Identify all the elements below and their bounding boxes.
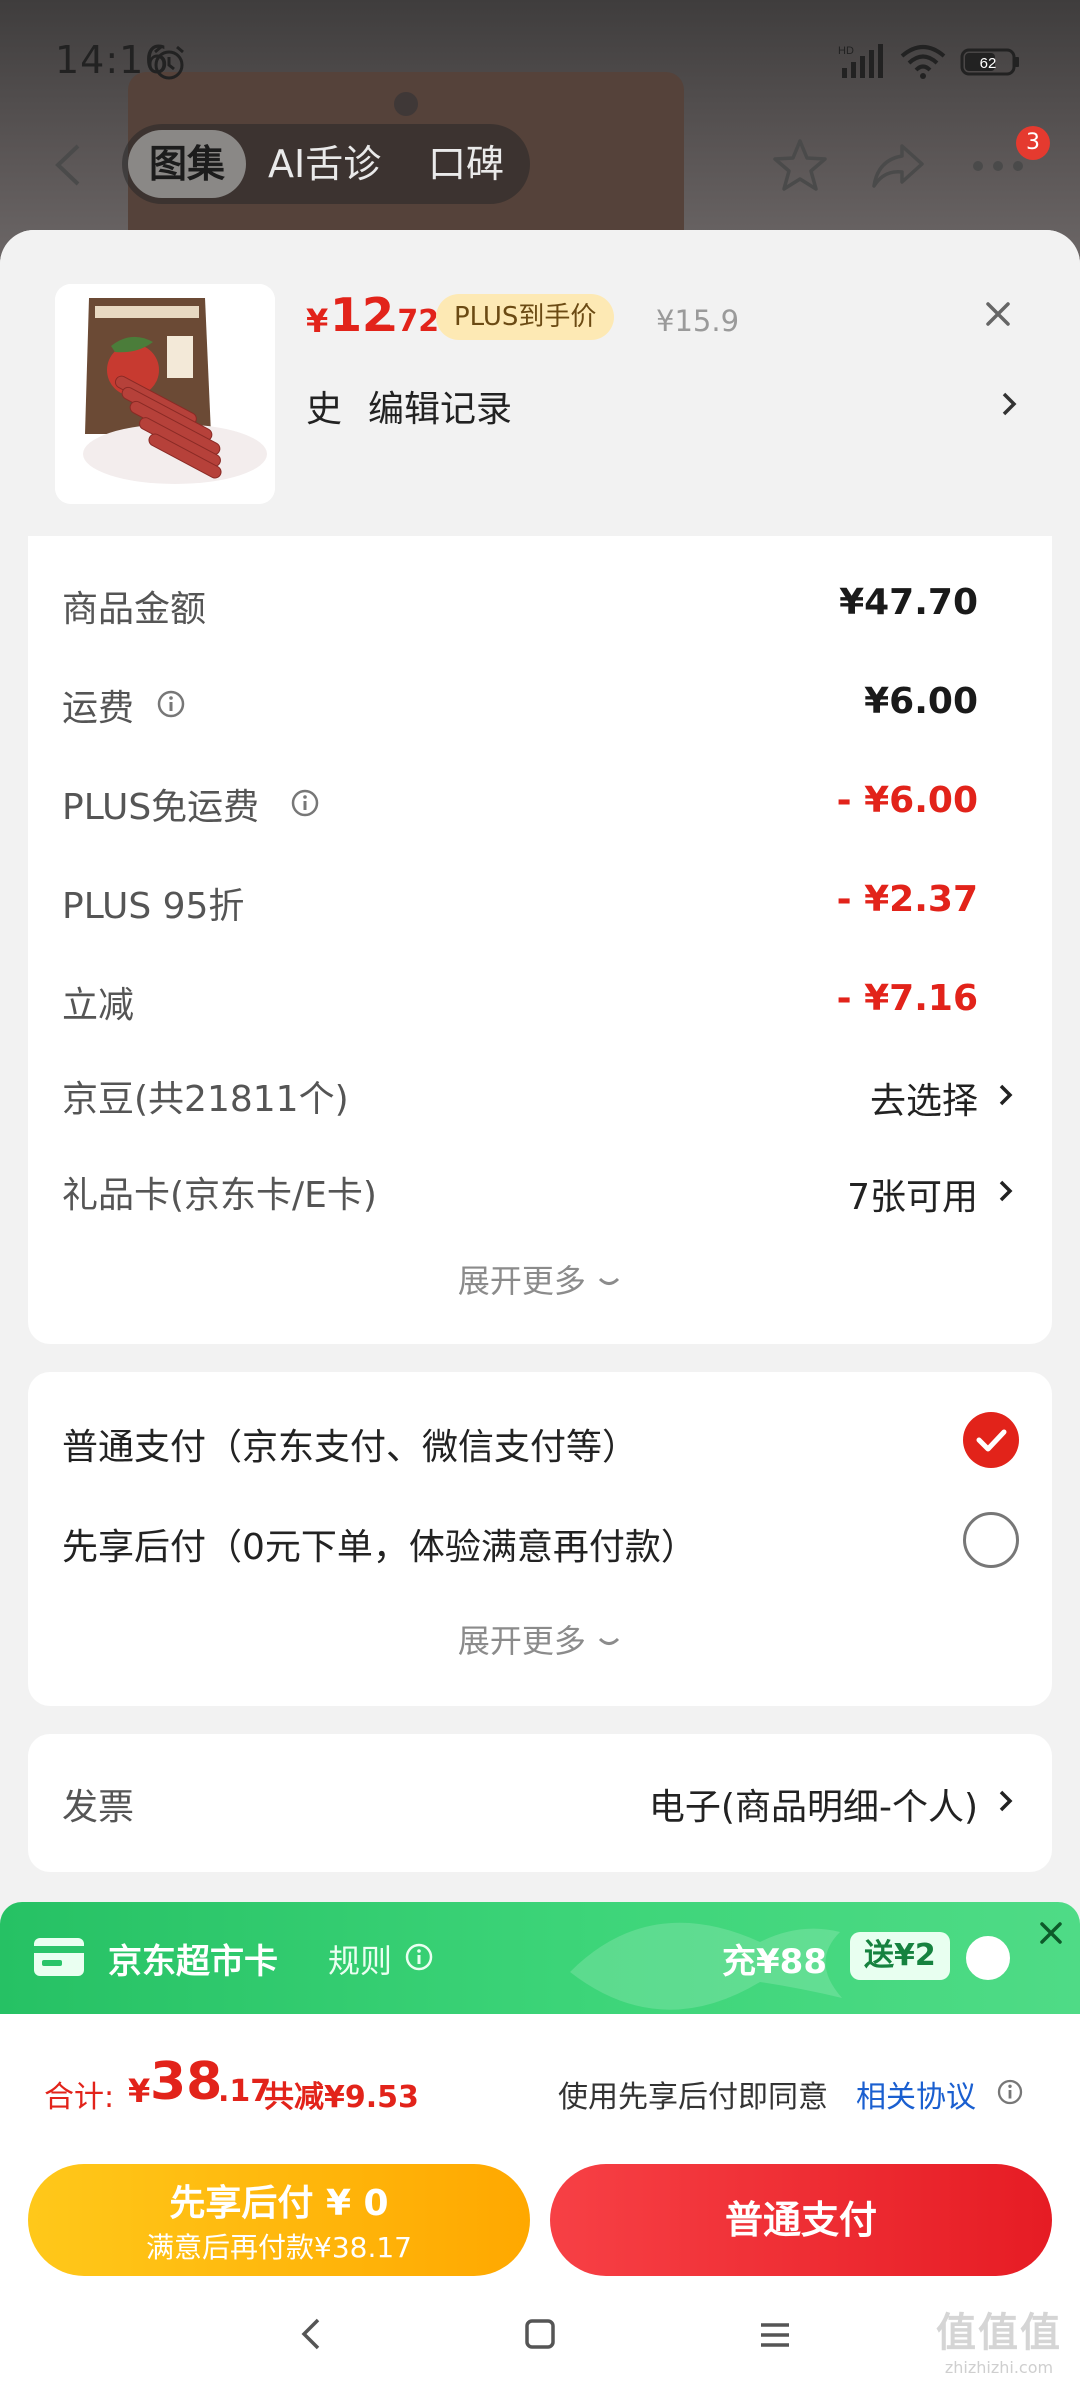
row-jd-beans[interactable]: 京豆(共21811个) 去选择 (28, 1062, 1052, 1122)
info-icon[interactable] (996, 2078, 1024, 2106)
watermark: 值值值 zhizhizhi.com (924, 2300, 1074, 2377)
supermarket-card-radio[interactable] (966, 1936, 1010, 1980)
payment-method-card: 普通支付（京东支付、微信支付等） 先享后付（0元下单，体验满意再付款） 展开更多 (28, 1372, 1052, 1706)
row-plus-free-shipping: PLUS免运费 - ¥6.00 (28, 770, 1052, 830)
share-icon[interactable] (868, 138, 928, 194)
product-image (55, 284, 275, 504)
supermarket-card-banner: 京东超市卡 规则 充¥88 送¥2 (0, 1902, 1080, 2014)
signal-icon: HD (838, 44, 883, 78)
pay-later-button-sublabel: 满意后再付款¥38.17 (146, 2231, 412, 2264)
row-label: PLUS免运费 (62, 787, 260, 828)
row-label: PLUS 95折 (62, 886, 245, 927)
notification-badge: 3 (1016, 126, 1050, 160)
row-label: 京豆(共21811个) (62, 1079, 349, 1120)
back-icon[interactable] (48, 140, 88, 190)
close-icon[interactable] (1034, 1916, 1068, 1950)
chevron-right-icon[interactable] (996, 1080, 1016, 1110)
pay-later-button-label: 先享后付 ¥ 0 (169, 2183, 389, 2224)
product-thumbnail (55, 284, 275, 504)
payment-option-later-label[interactable]: 先享后付（0元下单，体验满意再付款） (62, 1518, 697, 1570)
row-label: 商品金额 (62, 589, 207, 630)
more-icon[interactable] (970, 156, 1026, 176)
row-shipping: 运费 ¥6.00 (28, 671, 1052, 731)
pay-later-button[interactable]: 先享后付 ¥ 0 满意后再付款¥38.17 (28, 2164, 530, 2276)
info-icon[interactable] (404, 1942, 434, 1972)
agreement-text: 使用先享后付即同意 (558, 2080, 828, 2115)
top-nav: 图集 AI舌诊 口碑 3 (0, 120, 1080, 210)
agreement-link[interactable]: 相关协议 (856, 2072, 976, 2116)
row-value: - ¥7.16 (836, 978, 978, 1019)
watermark-logo: 值值值 (936, 2310, 1062, 2356)
row-value: ¥6.00 (864, 681, 978, 722)
battery-icon: 62 (960, 48, 1019, 76)
row-value: ¥47.70 (839, 582, 978, 623)
row-plus-discount: PLUS 95折 - ¥2.37 (28, 869, 1052, 929)
normal-pay-button[interactable]: 普通支付 (550, 2164, 1052, 2276)
sheet-header: ¥ 12 .72 PLUS到手价 ¥15.9 史 编辑记录 (0, 230, 1080, 536)
star-icon[interactable] (770, 136, 830, 196)
chevron-right-icon[interactable] (996, 1176, 1016, 1206)
status-bar: 14:16 HD 62 (0, 0, 1080, 120)
row-gift-card[interactable]: 礼品卡(京东卡/E卡) 7张可用 (28, 1158, 1052, 1218)
bonus-badge: 送¥2 (850, 1932, 950, 1980)
invoice-value[interactable]: 电子(商品明细-个人) (649, 1778, 978, 1830)
original-price: ¥15.9 (656, 304, 740, 338)
info-icon[interactable] (156, 689, 186, 719)
invoice-label: 发票 (62, 1787, 135, 1828)
price-decimal: .72 (386, 304, 440, 339)
row-label: 立减 (62, 985, 135, 1026)
edit-history-link[interactable]: 编辑记录 (368, 380, 512, 432)
rules-link[interactable]: 规则 (328, 1936, 392, 1982)
row-value: - ¥6.00 (836, 780, 978, 821)
tab-ai-tongue-diagnosis[interactable]: AI舌诊 (268, 130, 381, 198)
checkout-footer: 合计: ¥ 38 .17 共减¥9.53 使用先享后付即同意 相关协议 先享后付… (0, 2014, 1080, 2400)
history-name[interactable]: 史 (306, 380, 342, 432)
chevron-right-icon[interactable] (998, 386, 1022, 422)
info-icon[interactable] (290, 788, 320, 818)
payment-option-later-radio[interactable] (963, 1512, 1019, 1568)
expand-more-button[interactable]: 展开更多 (28, 1256, 1052, 1302)
recharge-amount: 充¥88 (722, 1942, 827, 1982)
plus-price-badge: PLUS到手价 (436, 294, 615, 340)
watermark-url: zhizhizhi.com (944, 2358, 1054, 2377)
price-integer: 12 (330, 288, 395, 342)
expand-more-label: 展开更多 (457, 1622, 586, 1660)
system-home-icon[interactable] (524, 2318, 556, 2350)
row-value: - ¥2.37 (836, 879, 978, 920)
chevron-right-icon[interactable] (996, 1786, 1016, 1816)
row-label: 运费 (62, 688, 135, 729)
system-back-icon[interactable] (296, 2314, 326, 2354)
gift-card-action[interactable]: 7张可用 (847, 1168, 978, 1220)
supermarket-card-title: 京东超市卡 (108, 1942, 278, 1982)
total-label: 合计: (44, 2080, 115, 2115)
card-icon (34, 1938, 84, 1976)
price-details-card: 商品金额 ¥47.70 运费 ¥6.00 PLUS免运费 - ¥6.00 PLU… (28, 536, 1052, 1344)
expand-more-button[interactable]: 展开更多 (28, 1616, 1052, 1662)
battery-level: 62 (980, 55, 997, 72)
checkmark-icon (976, 1429, 1007, 1452)
alarm-icon (154, 45, 184, 80)
payment-option-normal-radio[interactable] (963, 1412, 1019, 1468)
total-saved: 共减¥9.53 (264, 2080, 419, 2115)
row-instant-discount: 立减 - ¥7.16 (28, 968, 1052, 1028)
expand-more-label: 展开更多 (457, 1262, 586, 1300)
total-currency: ¥ (128, 2072, 151, 2110)
system-menu-icon[interactable] (758, 2320, 792, 2350)
chevron-down-icon (599, 1637, 620, 1645)
tab-reviews[interactable]: 口碑 (428, 130, 504, 198)
total-integer: 38 (150, 2052, 223, 2112)
tab-gallery[interactable]: 图集 (128, 130, 246, 198)
close-icon[interactable] (978, 294, 1018, 334)
invoice-card[interactable]: 发票 电子(商品明细-个人) (28, 1734, 1052, 1872)
select-beans-action[interactable]: 去选择 (870, 1072, 978, 1124)
payment-option-normal-label[interactable]: 普通支付（京东支付、微信支付等） (62, 1418, 638, 1470)
svg-text:HD: HD (838, 45, 854, 57)
row-label: 礼品卡(京东卡/E卡) (62, 1175, 377, 1216)
wifi-icon (900, 45, 946, 79)
chevron-down-icon (599, 1277, 620, 1285)
row-goods-amount: 商品金额 ¥47.70 (28, 572, 1052, 632)
price-currency: ¥ (306, 302, 329, 340)
